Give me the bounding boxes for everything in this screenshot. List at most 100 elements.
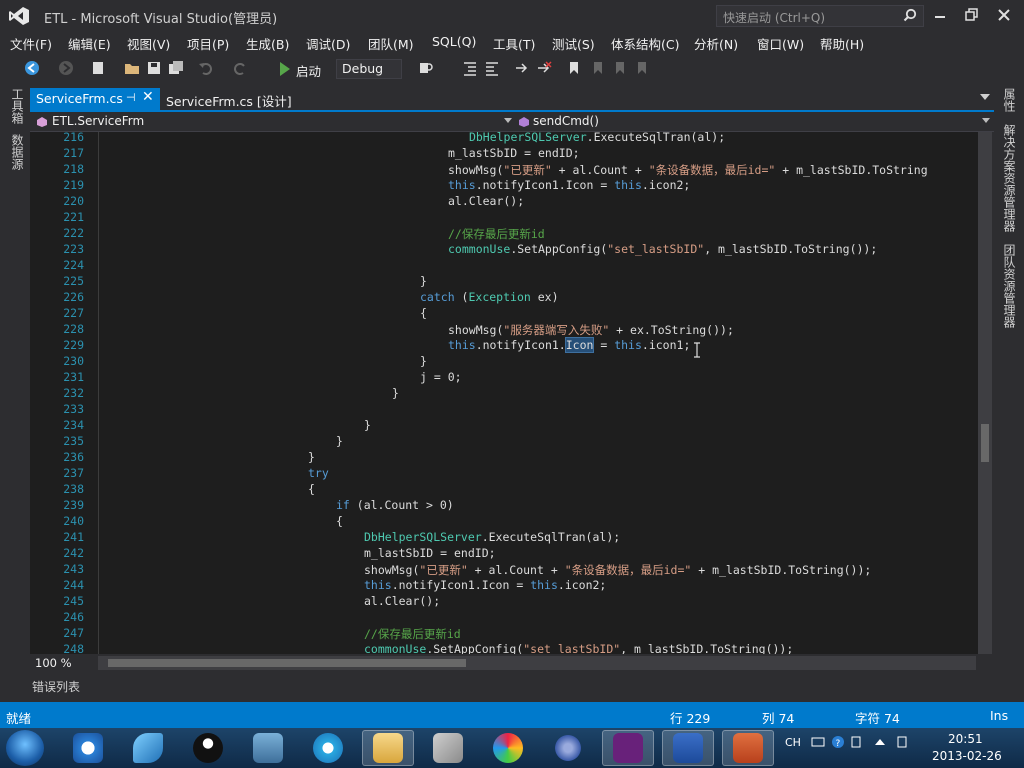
- minimize-button[interactable]: [926, 4, 954, 26]
- code-line[interactable]: }: [308, 450, 315, 464]
- tab-overflow-icon[interactable]: [980, 94, 990, 100]
- menu-window[interactable]: 窗口(W): [757, 34, 804, 53]
- properties-tab[interactable]: 属性: [1001, 88, 1018, 112]
- menu-edit[interactable]: 编辑(E): [68, 34, 111, 53]
- code-line[interactable]: //保存最后更新id: [364, 626, 461, 642]
- network-tool-app-icon[interactable]: [242, 730, 294, 766]
- input-language[interactable]: CH: [785, 736, 801, 749]
- class-dropdown[interactable]: ETL.ServiceFrm: [52, 114, 144, 128]
- powerpoint-app-icon[interactable]: [722, 730, 774, 766]
- internet-explorer-app-icon[interactable]: [302, 730, 354, 766]
- tab-servicefrm-cs[interactable]: ServiceFrm.cs ⊣ ✕: [30, 88, 160, 110]
- data-sources-tab[interactable]: 数据源: [9, 134, 26, 170]
- network-icon[interactable]: [895, 735, 909, 749]
- code-line[interactable]: }: [420, 354, 427, 368]
- menu-build[interactable]: 生成(B): [246, 34, 289, 53]
- code-line[interactable]: DbHelperSQLServer.ExecuteSqlTran(al);: [364, 530, 620, 544]
- word-app-icon[interactable]: [662, 730, 714, 766]
- find-in-files-icon[interactable]: [418, 60, 434, 76]
- code-line[interactable]: {: [420, 306, 427, 320]
- restore-button[interactable]: [958, 4, 986, 26]
- code-line[interactable]: }: [392, 386, 399, 400]
- menu-analyze[interactable]: 分析(N): [694, 34, 738, 53]
- undo-icon[interactable]: [198, 60, 214, 76]
- code-line[interactable]: }: [364, 418, 371, 432]
- code-line[interactable]: DbHelperSQLServer.ExecuteSqlTran(al);: [462, 132, 725, 144]
- code-line[interactable]: m_lastSbID = endID;: [448, 146, 580, 160]
- quick-launch-input[interactable]: 快速启动 (Ctrl+Q): [716, 5, 924, 27]
- windows-start-button[interactable]: [6, 730, 44, 766]
- code-line[interactable]: m_lastSbID = endID;: [364, 546, 496, 560]
- code-line[interactable]: this.notifyIcon1.Icon = this.icon1;: [448, 337, 690, 353]
- tool-app-icon[interactable]: [422, 730, 474, 766]
- vertical-scrollbar[interactable]: [978, 132, 992, 654]
- menu-test[interactable]: 测试(S): [552, 34, 595, 53]
- code-line[interactable]: showMsg("已更新" + al.Count + "条设备数据，最后id="…: [448, 162, 928, 178]
- menu-view[interactable]: 视图(V): [127, 34, 170, 53]
- code-line[interactable]: showMsg("服务器端写入失败" + ex.ToString());: [448, 322, 734, 338]
- tab-servicefrm-design[interactable]: ServiceFrm.cs [设计]: [164, 88, 298, 110]
- code-line[interactable]: //保存最后更新id: [448, 226, 545, 242]
- code-line[interactable]: }: [420, 274, 427, 288]
- code-line[interactable]: j = 0;: [420, 370, 462, 384]
- code-line[interactable]: commonUse.SetAppConfig("set_lastSbID", m…: [364, 642, 793, 654]
- clear-bookmarks-icon[interactable]: [634, 60, 650, 76]
- code-line[interactable]: al.Clear();: [448, 194, 524, 208]
- toolbox-tab[interactable]: 工具箱: [9, 88, 26, 124]
- feiq-app-icon[interactable]: [122, 730, 174, 766]
- code-line[interactable]: {: [336, 514, 343, 528]
- menu-sql[interactable]: SQL(Q): [432, 34, 476, 49]
- save-all-icon[interactable]: [168, 60, 184, 76]
- search-icon[interactable]: [903, 8, 917, 22]
- code-line[interactable]: showMsg("已更新" + al.Count + "条设备数据，最后id="…: [364, 562, 871, 578]
- error-list-tab[interactable]: 错误列表: [32, 678, 80, 695]
- infinity-app-icon[interactable]: [542, 730, 594, 766]
- new-project-icon[interactable]: [90, 60, 106, 76]
- code-line[interactable]: {: [308, 482, 315, 496]
- comment-icon[interactable]: [514, 60, 530, 76]
- code-line[interactable]: commonUse.SetAppConfig("set_lastSbID", m…: [448, 242, 877, 256]
- pin-icon[interactable]: ⊣: [126, 91, 136, 104]
- save-icon[interactable]: [146, 60, 162, 76]
- pptv-app-icon[interactable]: [62, 730, 114, 766]
- menu-team[interactable]: 团队(M): [368, 34, 414, 53]
- bookmark-icon[interactable]: [566, 60, 582, 76]
- settings-icon[interactable]: [851, 736, 861, 748]
- horizontal-scrollbar[interactable]: [98, 656, 976, 670]
- clock-time[interactable]: 20:51: [948, 732, 983, 746]
- forward-icon[interactable]: [58, 60, 74, 76]
- code-line[interactable]: this.notifyIcon1.Icon = this.icon2;: [364, 578, 606, 592]
- code-line[interactable]: al.Clear();: [364, 594, 440, 608]
- menu-debug[interactable]: 调试(D): [306, 34, 350, 53]
- team-explorer-tab[interactable]: 团队资源管理器: [1001, 244, 1018, 328]
- menu-file[interactable]: 文件(F): [10, 34, 52, 53]
- chevron-down-icon[interactable]: [982, 118, 990, 124]
- close-window-button[interactable]: [990, 4, 1018, 26]
- next-bookmark-icon[interactable]: [612, 60, 628, 76]
- close-tab-icon[interactable]: ✕: [142, 89, 154, 105]
- code-line[interactable]: try: [308, 466, 329, 480]
- help-icon[interactable]: ?: [831, 735, 845, 749]
- code-line[interactable]: if (al.Count > 0): [336, 498, 454, 512]
- qq-app-icon[interactable]: [182, 730, 234, 766]
- outdent-icon[interactable]: [484, 60, 500, 76]
- clock-date[interactable]: 2013-02-26: [932, 749, 1002, 763]
- open-file-icon[interactable]: [124, 60, 140, 76]
- uncomment-icon[interactable]: [536, 60, 552, 76]
- horizontal-scroll-thumb[interactable]: [108, 659, 466, 667]
- explorer-app-icon[interactable]: [362, 730, 414, 766]
- visual-studio-app-icon[interactable]: [602, 730, 654, 766]
- code-line[interactable]: catch (Exception ex): [420, 290, 559, 304]
- redo-icon[interactable]: [232, 60, 248, 76]
- swirl-app-icon[interactable]: [482, 730, 534, 766]
- solution-explorer-tab[interactable]: 解决方案资源管理器: [1001, 124, 1018, 232]
- indent-icon[interactable]: [462, 60, 478, 76]
- solution-configuration-select[interactable]: Debug: [336, 59, 402, 79]
- show-hidden-icons-icon[interactable]: [875, 738, 885, 746]
- prev-bookmark-icon[interactable]: [590, 60, 606, 76]
- menu-architecture[interactable]: 体系结构(C): [611, 34, 679, 53]
- member-dropdown[interactable]: sendCmd(): [533, 114, 599, 128]
- code-editor[interactable]: 216 217 218 219 220 221 222 223 224 225 226 227 228 2…: [30, 132, 980, 654]
- keyboard-icon[interactable]: [811, 736, 825, 748]
- back-icon[interactable]: [24, 60, 40, 76]
